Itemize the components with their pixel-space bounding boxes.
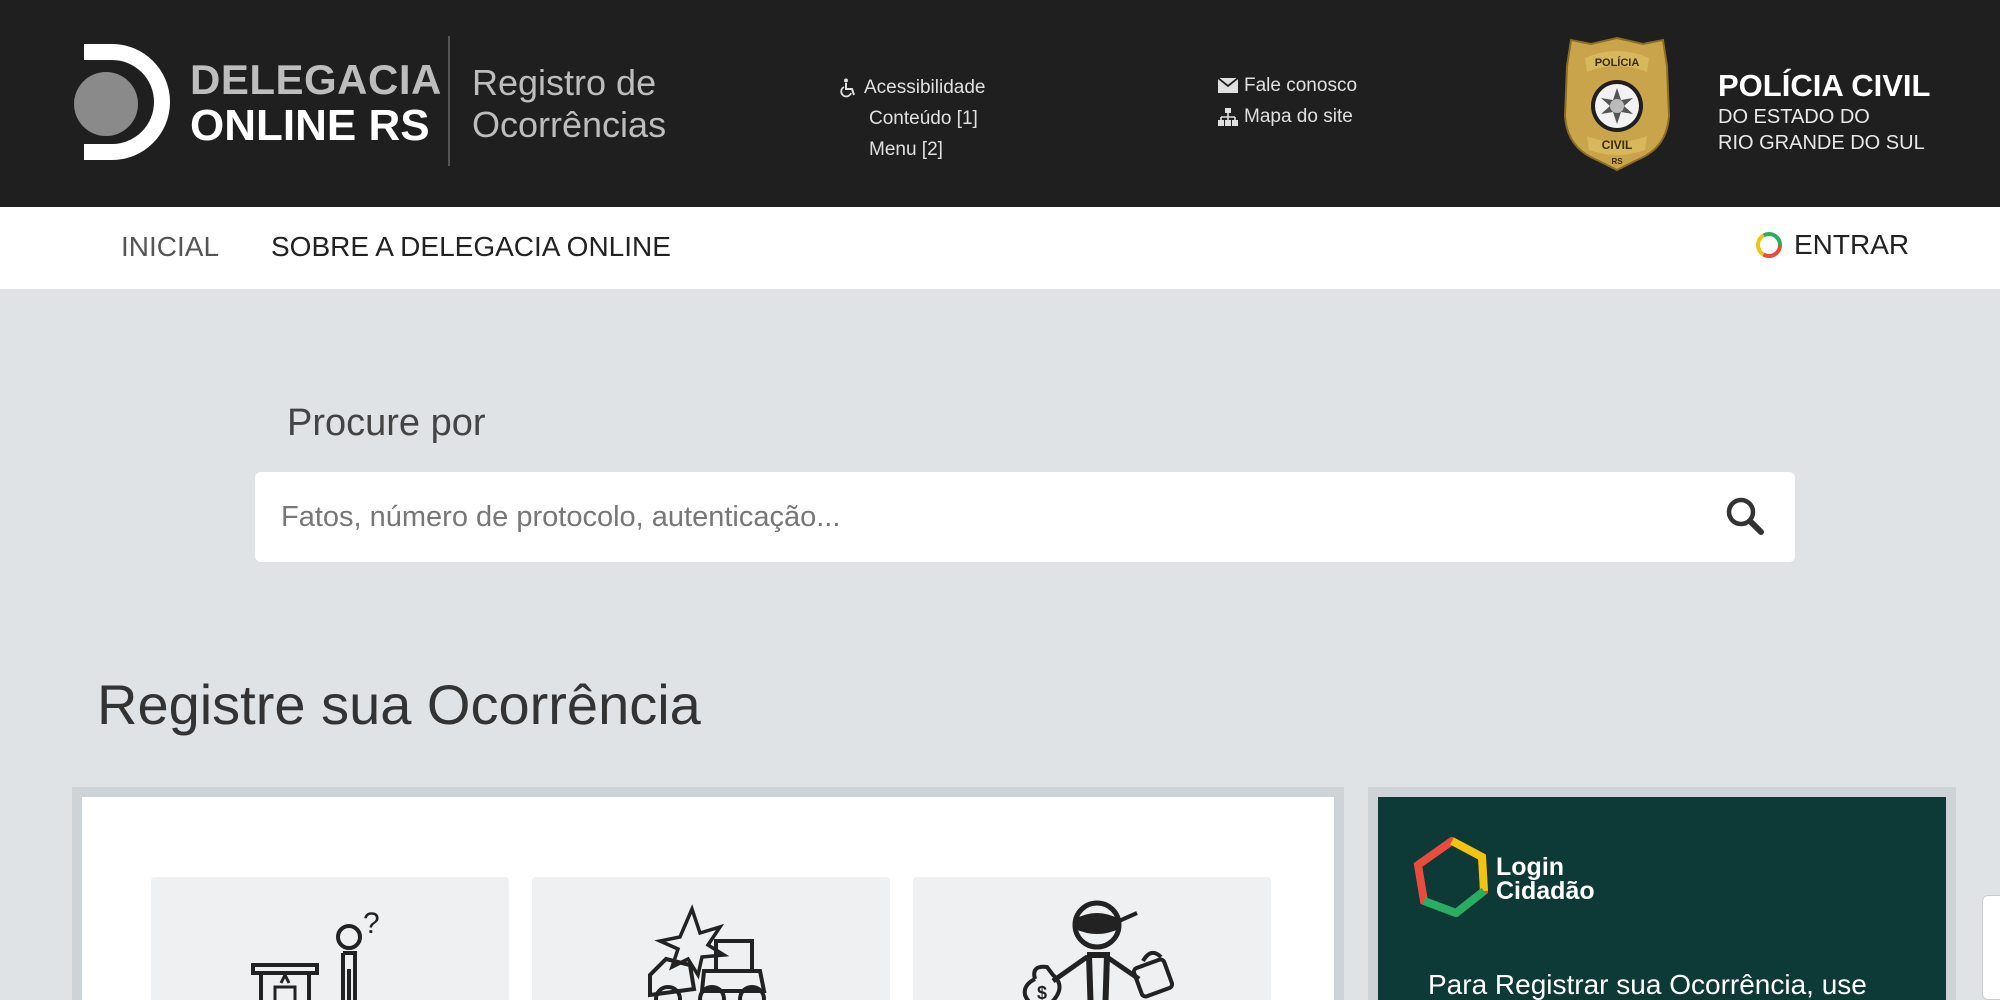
badge-top-text: POLÍCIA <box>1595 56 1640 69</box>
svg-text:$: $ <box>1037 983 1047 1000</box>
section-title: Registre sua Ocorrência <box>97 673 701 736</box>
card-furto[interactable]: $ <box>913 877 1271 1000</box>
entrar-label: ENTRAR <box>1794 229 1910 260</box>
sitemap-icon <box>1218 107 1238 126</box>
nav-inicial[interactable]: INICIAL <box>121 231 219 263</box>
car-crash-icon <box>648 904 767 1000</box>
registro-line1: Registro de <box>472 62 657 103</box>
delegacia-logo-icon[interactable] <box>72 36 172 168</box>
person-question-icon: ? <box>251 907 380 1000</box>
fale-conosco-link[interactable]: Fale conosco <box>1218 70 1357 101</box>
badge-rs-text: RS <box>1611 157 1623 166</box>
card-acidente[interactable] <box>532 877 890 1000</box>
login-ring-icon <box>1756 232 1782 258</box>
nav-sobre[interactable]: SOBRE A DELEGACIA ONLINE <box>271 231 671 263</box>
conteudo-link[interactable]: Conteúdo [1] <box>840 103 985 134</box>
mapa-site-label: Mapa do site <box>1244 106 1353 127</box>
contact-links: Fale conosco Mapa do site <box>1218 70 1357 132</box>
login-cidadao-panel: Login Cidadão Para Registrar sua Ocorrên… <box>1368 787 1956 1000</box>
login-cidadao-title[interactable]: Login Cidadão <box>1496 853 1595 905</box>
header-divider <box>448 36 450 166</box>
accessibility-link[interactable]: Acessibilidade <box>840 72 985 103</box>
search-label: Procure por <box>287 402 486 444</box>
policia-line2: DO ESTADO DO <box>1718 106 1870 128</box>
logo-line2: ONLINE RS <box>190 101 430 150</box>
search-icon[interactable] <box>1723 494 1769 540</box>
policia-line1: POLÍCIA CIVIL <box>1718 68 1931 103</box>
policia-line3: RIO GRANDE DO SUL <box>1718 132 1925 154</box>
side-feedback-tab[interactable] <box>1982 895 2000 1000</box>
entrar-button[interactable]: ENTRAR <box>1754 229 1909 261</box>
login-title-line2: Cidadão <box>1496 877 1595 905</box>
search-box <box>255 472 1795 562</box>
policia-badge-icon[interactable]: POLÍCIA CIVIL RS <box>1563 36 1671 172</box>
menu-link[interactable]: Menu [2] <box>840 134 985 165</box>
registro-line2: Ocorrências <box>472 104 667 145</box>
logo-text[interactable]: DELEGACIA ONLINE RS <box>190 58 442 150</box>
search-input[interactable] <box>281 472 1681 562</box>
mapa-site-link[interactable]: Mapa do site <box>1218 101 1357 132</box>
svg-text:?: ? <box>363 907 380 940</box>
ocorrencia-cards-panel: ? $ <box>72 787 1344 1000</box>
badge-bottom-text: CIVIL <box>1602 138 1633 152</box>
registro-title: Registro de Ocorrências <box>472 62 666 146</box>
wheelchair-icon <box>840 78 855 97</box>
login-description: Para Registrar sua Ocorrência, use <box>1428 969 1867 1000</box>
accessibility-label: Acessibilidade <box>864 77 986 98</box>
card-desaparecimento[interactable]: ? <box>151 877 509 1000</box>
accessibility-links: Acessibilidade Conteúdo [1] Menu [2] <box>840 72 985 165</box>
thief-icon: $ <box>1022 900 1175 1000</box>
login-cidadao-logo-icon[interactable] <box>1412 837 1492 917</box>
site-header: DELEGACIA ONLINE RS Registro de Ocorrênc… <box>0 0 2000 207</box>
main-nav: INICIAL SOBRE A DELEGACIA ONLINE ENTRAR <box>0 207 2000 289</box>
login-title-line1: Login <box>1496 853 1565 881</box>
logo-line1: DELEGACIA <box>190 56 442 103</box>
fale-conosco-label: Fale conosco <box>1244 75 1358 96</box>
envelope-icon <box>1218 78 1238 93</box>
policia-civil-title[interactable]: POLÍCIA CIVIL DO ESTADO DO RIO GRANDE DO… <box>1718 68 1930 156</box>
